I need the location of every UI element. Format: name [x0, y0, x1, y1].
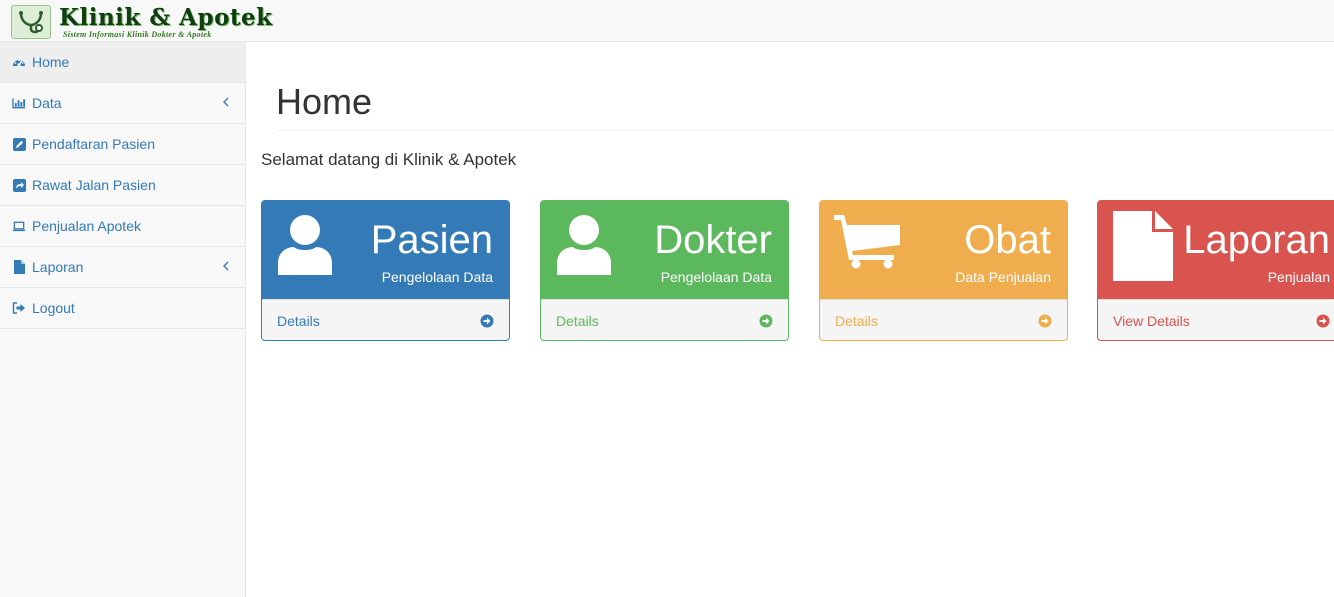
top-navbar: Klinik & Apotek Sistem Informasi Klinik …: [0, 0, 1334, 42]
page-title: Home: [276, 81, 373, 122]
panel-footer-label: View Details: [1113, 313, 1190, 329]
user-icon: [555, 211, 613, 282]
sidebar: Home Data Pendaftaran Pasien Rawat Jalan…: [0, 42, 246, 597]
sidebar-item-label: Data: [32, 95, 62, 111]
file-icon: [12, 260, 26, 274]
panel-title: Obat: [964, 218, 1051, 262]
panel-footer-label: Details: [835, 313, 878, 329]
panel-title: Dokter: [654, 218, 772, 262]
laptop-icon: [12, 219, 26, 233]
panel-pasien: Pasien Pengelolaan Data Details: [261, 200, 510, 341]
file-icon: [1112, 211, 1174, 286]
sidebar-item-data[interactable]: Data: [0, 83, 245, 124]
panel-heading: Pasien Pengelolaan Data: [262, 201, 509, 299]
sidebar-item-label: Laporan: [32, 259, 84, 275]
panel-subtitle: Pengelolaan Data: [660, 269, 772, 285]
dashboard-icon: [12, 55, 26, 69]
page-header: Home: [276, 78, 1334, 131]
sidebar-item-label: Home: [32, 54, 70, 70]
share-icon: [12, 178, 26, 192]
panel-heading: Dokter Pengelolaan Data: [541, 201, 788, 299]
panel-details-link[interactable]: Details: [820, 299, 1067, 340]
shopping-cart-icon: [834, 211, 902, 274]
panel-heading: Laporan Penjualan: [1098, 201, 1334, 299]
sidebar-item-label: Pendaftaran Pasien: [32, 136, 155, 152]
panel-details-link[interactable]: Details: [262, 299, 509, 340]
sidebar-item-rawat-jalan-pasien[interactable]: Rawat Jalan Pasien: [0, 165, 245, 206]
panel-subtitle: Penjualan: [1267, 269, 1330, 285]
panel-details-link[interactable]: Details: [541, 299, 788, 340]
panel-footer-label: Details: [277, 313, 320, 329]
arrow-circle-right-icon: [759, 314, 773, 328]
panel-dokter: Dokter Pengelolaan Data Details: [540, 200, 789, 341]
sidebar-item-label: Logout: [32, 300, 75, 316]
panel-footer-label: Details: [556, 313, 599, 329]
arrow-circle-right-icon: [1316, 314, 1330, 328]
panel-details-link[interactable]: View Details: [1098, 299, 1334, 340]
brand-title: Klinik & Apotek: [59, 3, 273, 31]
sign-out-icon: [12, 301, 26, 315]
sidebar-item-laporan[interactable]: Laporan: [0, 247, 245, 288]
panel-title: Pasien: [370, 218, 493, 262]
chevron-left-icon: [222, 259, 232, 271]
panel-laporan: Laporan Penjualan View Details: [1097, 200, 1334, 341]
panel-subtitle: Data Penjualan: [955, 269, 1051, 285]
edit-icon: [12, 137, 26, 151]
sidebar-item-pendaftaran-pasien[interactable]: Pendaftaran Pasien: [0, 124, 245, 165]
panel-heading: Obat Data Penjualan: [820, 201, 1067, 299]
sidebar-item-home[interactable]: Home: [0, 42, 245, 83]
user-icon: [276, 211, 334, 282]
welcome-text: Selamat datang di Klinik & Apotek: [261, 150, 517, 169]
sidebar-item-label: Rawat Jalan Pasien: [32, 177, 156, 193]
panel-obat: Obat Data Penjualan Details: [819, 200, 1068, 341]
arrow-circle-right-icon: [1038, 314, 1052, 328]
brand-link[interactable]: Klinik & Apotek Sistem Informasi Klinik …: [11, 4, 273, 40]
brand-subtitle: Sistem Informasi Klinik Dokter & Apotek: [63, 29, 212, 39]
arrow-circle-right-icon: [480, 314, 494, 328]
sidebar-item-logout[interactable]: Logout: [0, 288, 245, 329]
panel-subtitle: Pengelolaan Data: [381, 269, 493, 285]
stethoscope-icon: [11, 5, 51, 39]
bar-chart-icon: [12, 96, 26, 110]
sidebar-item-label: Penjualan Apotek: [32, 218, 141, 234]
main-content: Home Selamat datang di Klinik & Apotek P…: [246, 42, 1334, 597]
sidebar-item-penjualan-apotek[interactable]: Penjualan Apotek: [0, 206, 245, 247]
chevron-left-icon: [222, 95, 232, 107]
panel-title: Laporan: [1183, 218, 1330, 262]
